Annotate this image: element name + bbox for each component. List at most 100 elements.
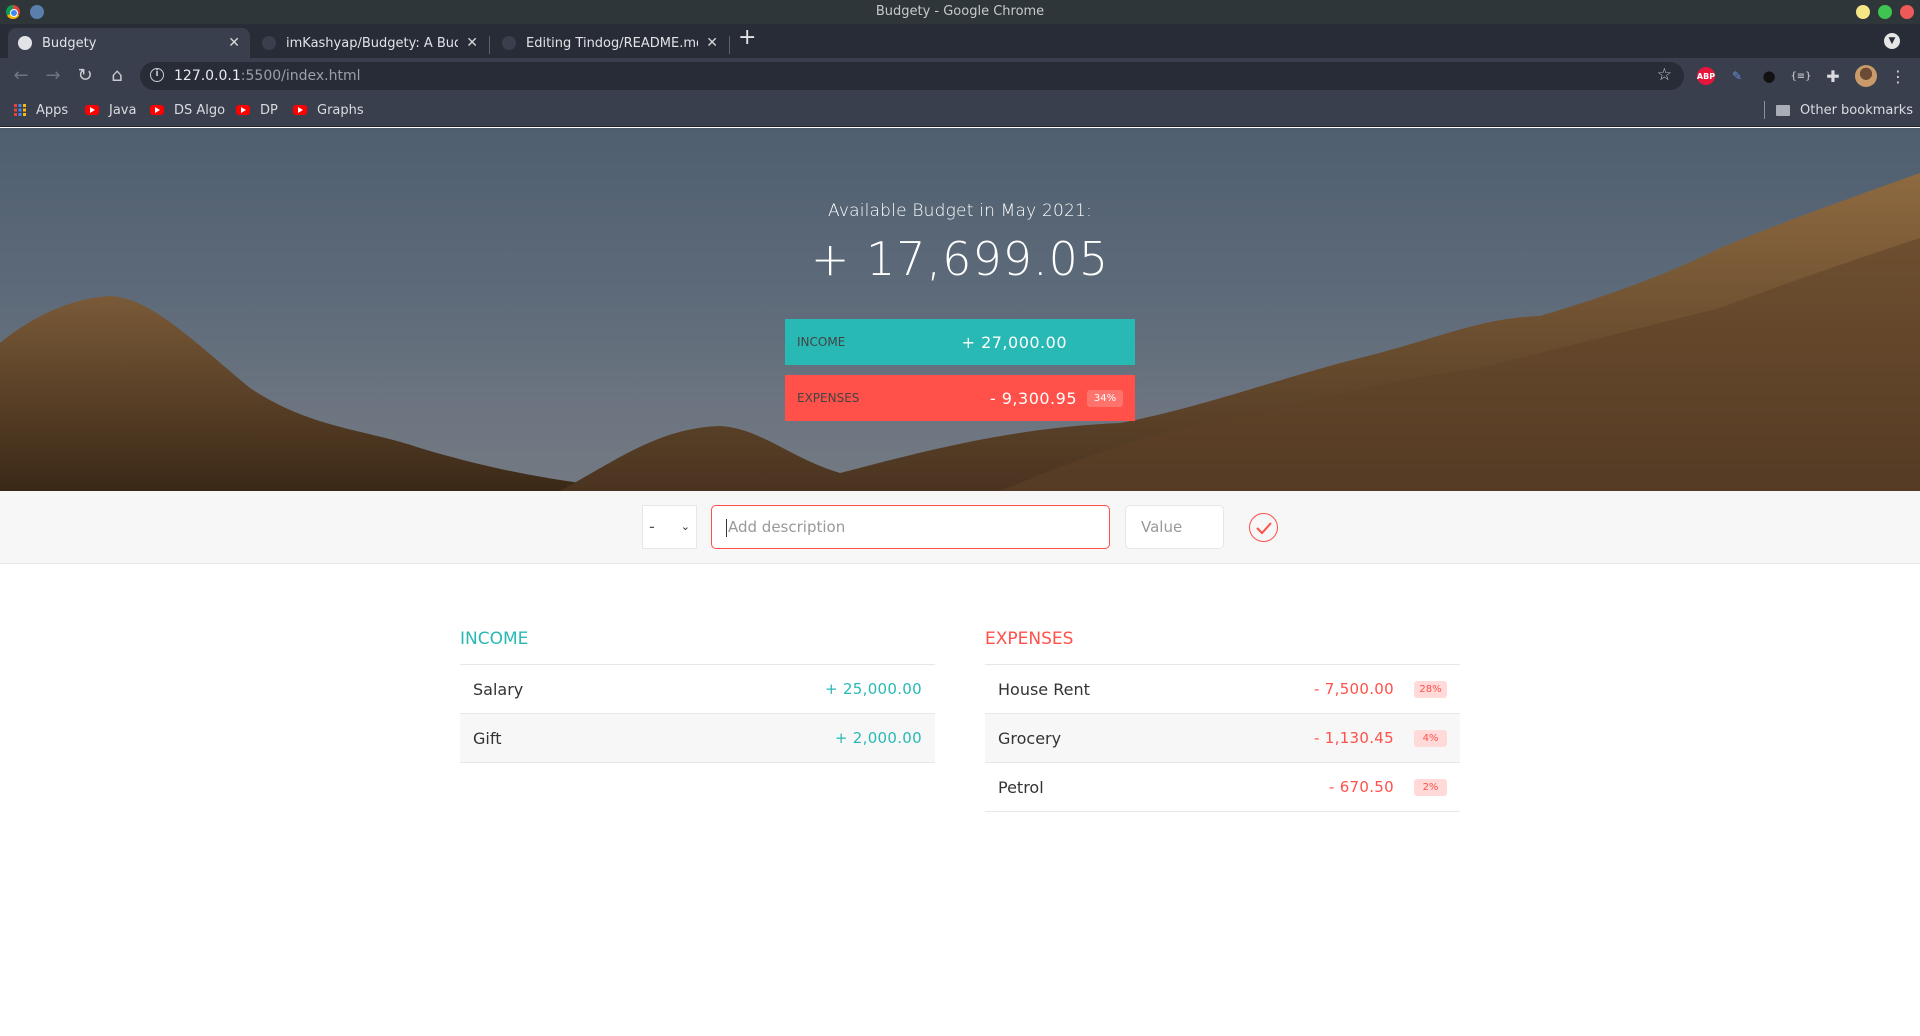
- folder-icon: [1776, 104, 1790, 116]
- window-title: Budgety - Google Chrome: [875, 4, 1045, 19]
- back-button[interactable]: ←: [9, 64, 33, 88]
- tab-close-icon[interactable]: ✕: [706, 35, 718, 51]
- expenses-percentage-badge: 34%: [1087, 389, 1123, 407]
- bookmark-label: Graphs: [317, 102, 364, 118]
- bookmark-label: Other bookmarks: [1800, 102, 1914, 118]
- url-path: :5500/index.html: [240, 68, 361, 84]
- url-text[interactable]: 127.0.0.1:5500/index.html: [174, 62, 361, 90]
- budget-hero: Available Budget in May 2021: + 17,699.0…: [0, 128, 1920, 491]
- budget-title: Available Budget in May 2021:: [827, 201, 1093, 221]
- expenses-summary-label: Expenses: [797, 391, 860, 405]
- maximize-button[interactable]: [1878, 5, 1892, 19]
- expenses-list: House Rent - 7,500.00 28% Grocery - 1,13…: [985, 664, 1460, 812]
- income-column: Income Salary + 25,000.00 Gift + 2,000.0…: [460, 624, 935, 763]
- new-tab-button[interactable]: +: [738, 27, 756, 49]
- json-viewer-icon[interactable]: {≡}: [1790, 65, 1812, 87]
- item-value: - 1,130.45: [1314, 729, 1394, 747]
- item-value: + 25,000.00: [825, 680, 922, 698]
- browser-toolbar: ← → ↻ ⌂ i 127.0.0.1:5500/index.html ☆ AB…: [0, 58, 1920, 94]
- profile-avatar[interactable]: [1855, 65, 1877, 87]
- type-select-value: -: [649, 517, 655, 536]
- minimize-button[interactable]: [1856, 5, 1870, 19]
- address-bar[interactable]: i 127.0.0.1:5500/index.html ☆: [140, 62, 1684, 90]
- type-select[interactable]: - ⌄: [642, 505, 697, 549]
- bookmark-label: DS Algo: [174, 102, 226, 118]
- youtube-icon: [236, 105, 250, 115]
- github-icon: [502, 36, 516, 50]
- item-percentage-badge: 28%: [1414, 680, 1447, 698]
- item-description: Petrol: [998, 777, 1044, 797]
- item-value: - 670.50: [1328, 778, 1394, 796]
- avatar-image: [1855, 65, 1877, 87]
- tab-title: imKashyap/Budgety: A Budget: [286, 35, 459, 51]
- tab-github-budgety[interactable]: imKashyap/Budgety: A Budget ✕: [252, 28, 488, 58]
- expenses-title: Expenses: [985, 629, 1074, 649]
- bookmark-dp[interactable]: DP: [236, 94, 278, 126]
- tab-strip: Budgety ✕ imKashyap/Budgety: A Budget ✕ …: [0, 24, 1920, 58]
- chevron-down-icon: ⌄: [680, 520, 690, 533]
- expenses-column: Expenses House Rent - 7,500.00 28% Groce…: [985, 624, 1460, 812]
- item-percentage-badge: 2%: [1414, 778, 1447, 796]
- github-icon: [262, 36, 276, 50]
- income-list: Salary + 25,000.00 Gift + 2,000.00: [460, 664, 935, 763]
- description-placeholder: Add description: [728, 518, 846, 536]
- item-description: House Rent: [998, 679, 1090, 699]
- value-input[interactable]: Value: [1125, 505, 1224, 549]
- pen-icon[interactable]: ✎: [1726, 65, 1748, 87]
- tab-search-icon[interactable]: ▼: [1884, 33, 1900, 49]
- menu-kebab-icon[interactable]: ⋮: [1887, 65, 1909, 87]
- item-percentage-badge: 4%: [1414, 729, 1447, 747]
- expenses-summary: Expenses - 9,300.95 34%: [785, 375, 1135, 421]
- youtube-icon: [293, 105, 307, 115]
- tab-close-icon[interactable]: ✕: [228, 35, 240, 51]
- value-placeholder: Value: [1141, 518, 1183, 536]
- close-window-button[interactable]: [1900, 5, 1914, 19]
- reload-button[interactable]: ↻: [73, 64, 97, 88]
- income-item[interactable]: Gift + 2,000.00: [460, 714, 935, 763]
- bookmark-apps[interactable]: Apps: [14, 94, 68, 126]
- bookmark-graphs[interactable]: Graphs: [293, 94, 364, 126]
- site-info-icon[interactable]: i: [150, 68, 164, 82]
- description-input[interactable]: Add description: [711, 505, 1110, 549]
- footprint-icon[interactable]: ●: [1758, 65, 1780, 87]
- tab-separator: [489, 36, 490, 54]
- window-title-bar: Budgety - Google Chrome: [0, 0, 1920, 24]
- apps-grid-icon: [14, 104, 26, 116]
- income-summary-value: + 27,000.00: [961, 332, 1067, 352]
- item-value: + 2,000.00: [834, 729, 922, 747]
- pin-icon[interactable]: [30, 5, 44, 19]
- home-button[interactable]: ⌂: [105, 64, 129, 88]
- add-item-button[interactable]: [1249, 513, 1278, 542]
- item-description: Salary: [473, 679, 524, 699]
- income-item[interactable]: Salary + 25,000.00: [460, 665, 935, 714]
- globe-icon: [18, 36, 32, 50]
- tab-separator: [729, 36, 730, 54]
- bookmark-star-icon[interactable]: ☆: [1657, 65, 1672, 85]
- url-host: 127.0.0.1: [174, 68, 241, 84]
- bookmark-label: DP: [260, 102, 278, 118]
- expense-item[interactable]: House Rent - 7,500.00 28%: [985, 665, 1460, 714]
- bookmark-java[interactable]: Java: [85, 94, 136, 126]
- budgety-page: Available Budget in May 2021: + 17,699.0…: [0, 128, 1920, 1036]
- adblock-plus-icon[interactable]: ABP: [1695, 65, 1717, 87]
- expense-item[interactable]: Petrol - 670.50 2%: [985, 763, 1460, 812]
- tab-title: Editing Tindog/README.md a: [526, 35, 699, 51]
- mountains-background-image: [0, 173, 1920, 491]
- tab-budgety[interactable]: Budgety ✕: [8, 28, 250, 58]
- youtube-icon: [150, 105, 164, 115]
- tab-close-icon[interactable]: ✕: [466, 35, 478, 51]
- forward-button[interactable]: →: [41, 64, 65, 88]
- text-caret: [726, 518, 727, 537]
- abp-label: ABP: [1697, 67, 1715, 85]
- extensions-puzzle-icon[interactable]: ✚: [1822, 65, 1844, 87]
- expense-item[interactable]: Grocery - 1,130.45 4%: [985, 714, 1460, 763]
- bookmarks-bar: Apps Java DS Algo DP Graphs Other bookma…: [0, 94, 1920, 127]
- json-label: {≡}: [1790, 70, 1812, 82]
- tab-editing-readme[interactable]: Editing Tindog/README.md a ✕: [492, 28, 728, 58]
- bookmarks-separator: [1764, 101, 1765, 119]
- add-item-bar: - ⌄ Add description Value: [0, 491, 1920, 564]
- bookmark-ds-algo[interactable]: DS Algo: [150, 94, 225, 126]
- item-value: - 7,500.00: [1314, 680, 1394, 698]
- other-bookmarks[interactable]: Other bookmarks: [1776, 94, 1913, 126]
- income-title: Income: [460, 629, 529, 649]
